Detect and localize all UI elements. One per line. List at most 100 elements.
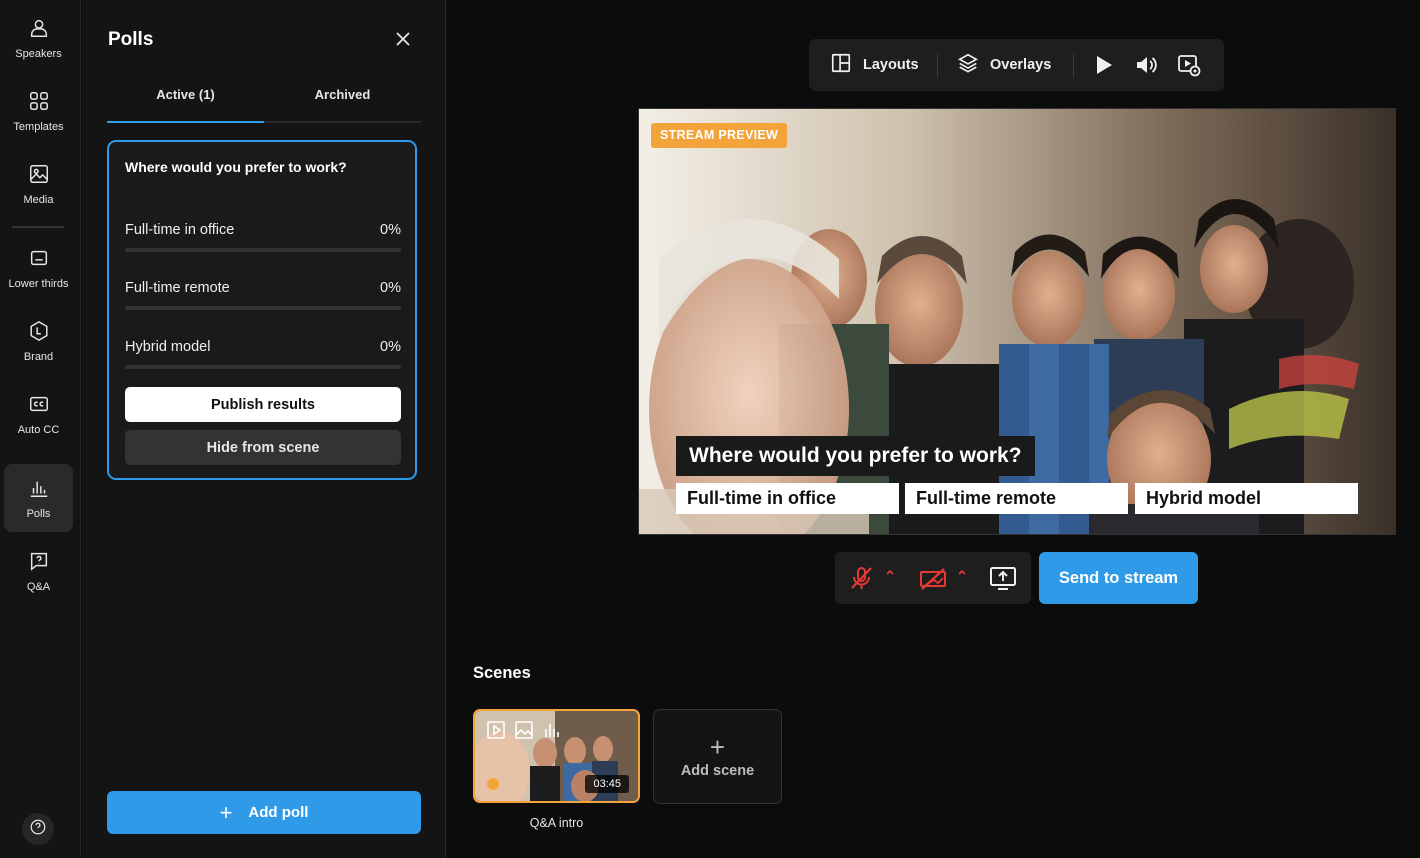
add-scene-button[interactable]: + Add scene [653, 709, 782, 804]
scene-card[interactable]: 03:45 [473, 709, 640, 803]
add-poll-button[interactable]: + Add poll [107, 791, 421, 834]
camera-options-caret[interactable] [955, 566, 969, 580]
play-icon [1090, 56, 1116, 82]
media-settings-button[interactable] [1176, 52, 1202, 78]
overlays-button[interactable]: Overlays [957, 39, 1051, 91]
poll-option-bar [125, 306, 401, 310]
plus-icon: + [709, 731, 726, 762]
rail-item-label: Templates [13, 120, 64, 133]
bar-chart-icon [28, 477, 50, 504]
close-panel-button[interactable] [393, 29, 413, 49]
rail-item-label: Lower thirds [8, 277, 69, 290]
help-button[interactable] [22, 813, 54, 845]
poll-option-label: Full-time in office [125, 222, 235, 238]
rail-item-label: Speakers [15, 47, 62, 60]
bar-chart-icon [541, 719, 563, 741]
tab-active[interactable]: Active (1) [107, 76, 264, 123]
poll-tabs: Active (1) Archived [107, 76, 421, 123]
video-settings-icon [1176, 55, 1202, 82]
chevron-up-icon [955, 567, 969, 584]
rail-item-templates[interactable]: Templates [4, 77, 73, 145]
share-screen-button[interactable] [989, 564, 1017, 592]
poll-option: Full-time remote 0% [125, 280, 401, 310]
stage-toolbar: Layouts Overlays [809, 39, 1224, 91]
poll-overlay-option: Full-time in office [676, 483, 899, 514]
poll-overlay-option: Full-time remote [905, 483, 1128, 514]
mic-toggle-button[interactable] [847, 564, 875, 592]
camera-toggle-button[interactable] [919, 564, 947, 592]
layouts-label: Layouts [863, 57, 919, 73]
screen-share-icon [989, 567, 1017, 596]
rail-item-brand[interactable]: Brand [4, 307, 73, 375]
scene-live-indicator [487, 778, 499, 790]
poll-option: Full-time in office 0% [125, 222, 401, 252]
media-controls [835, 552, 1031, 604]
scene-duration: 03:45 [585, 775, 629, 793]
poll-card[interactable]: Where would you prefer to work? Full-tim… [107, 140, 417, 480]
mic-off-icon [847, 567, 875, 596]
rail-item-polls[interactable]: Polls [4, 464, 73, 532]
layouts-button[interactable]: Layouts [830, 39, 919, 91]
stream-preview[interactable]: STREAM PREVIEW Where would you prefer to… [638, 108, 1396, 535]
chevron-up-icon [883, 567, 897, 584]
scene-label: Q&A intro [529, 816, 584, 830]
poll-option-percent: 0% [380, 280, 401, 296]
panel-title: Polls [108, 29, 154, 50]
poll-option-percent: 0% [380, 339, 401, 355]
question-bubble-icon [28, 550, 50, 577]
plus-icon: + [219, 799, 233, 825]
polls-panel: Polls Active (1) Archived Where would yo… [82, 0, 446, 858]
rail-item-label: Brand [23, 350, 54, 363]
scenes-title: Scenes [473, 664, 531, 682]
add-scene-label: Add scene [680, 762, 755, 779]
poll-question: Where would you prefer to work? [125, 159, 347, 175]
rail-divider [12, 226, 64, 228]
lower-third-icon [28, 247, 50, 274]
send-to-stream-button[interactable]: Send to stream [1039, 552, 1198, 604]
help-icon [29, 818, 47, 841]
hide-from-scene-button[interactable]: Hide from scene [125, 430, 401, 465]
layers-icon [957, 52, 990, 78]
volume-button[interactable] [1133, 52, 1159, 78]
image-icon [28, 163, 50, 190]
grid-icon [28, 90, 50, 117]
toolbar-divider [937, 53, 938, 77]
rail-item-label: Media [23, 193, 54, 206]
layout-icon [830, 52, 863, 78]
poll-option-bar [125, 365, 401, 369]
rail-item-lower-thirds[interactable]: Lower thirds [4, 234, 73, 302]
rail-item-label: Auto CC [17, 423, 60, 436]
stream-preview-badge: STREAM PREVIEW [651, 123, 788, 148]
studio-app: Speakers Templates Media Lower thirds Br… [0, 0, 1420, 858]
play-button[interactable] [1090, 52, 1116, 78]
toolbar-divider [1073, 53, 1074, 77]
poll-option-label: Hybrid model [125, 339, 211, 355]
add-poll-label: Add poll [248, 804, 309, 821]
tab-archived[interactable]: Archived [264, 76, 421, 123]
volume-icon [1133, 57, 1159, 82]
scene-thumb-icons [485, 719, 563, 741]
poll-option: Hybrid model 0% [125, 339, 401, 369]
video-icon [485, 719, 507, 741]
poll-overlay-question: Where would you prefer to work? [676, 436, 1035, 476]
poll-overlay-option: Hybrid model [1135, 483, 1358, 514]
poll-option-percent: 0% [380, 222, 401, 238]
poll-option-label: Full-time remote [125, 280, 230, 296]
mic-options-caret[interactable] [883, 566, 897, 580]
brand-icon [28, 320, 50, 347]
rail-item-auto-cc[interactable]: Auto CC [4, 380, 73, 448]
poll-option-bar [125, 248, 401, 252]
close-icon [393, 32, 413, 53]
camera-off-icon [919, 568, 947, 596]
image-icon [513, 719, 535, 741]
rail-item-label: Polls [26, 507, 51, 520]
rail-item-speakers[interactable]: Speakers [4, 4, 73, 72]
publish-results-button[interactable]: Publish results [125, 387, 401, 422]
left-rail: Speakers Templates Media Lower thirds Br… [0, 0, 81, 858]
rail-item-media[interactable]: Media [4, 150, 73, 218]
overlays-label: Overlays [990, 57, 1052, 73]
rail-item-label: Q&A [26, 580, 51, 593]
person-icon [28, 17, 50, 44]
rail-item-qa[interactable]: Q&A [4, 537, 73, 605]
cc-icon [28, 393, 50, 420]
